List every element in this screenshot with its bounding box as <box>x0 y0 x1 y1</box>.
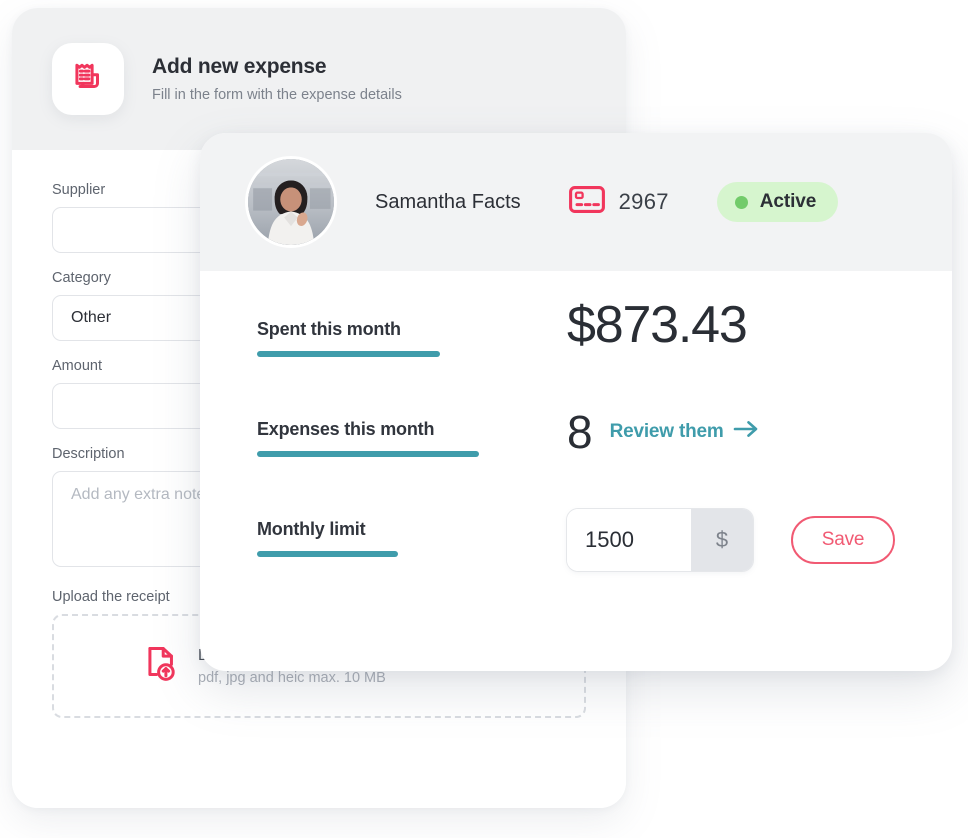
stat-label-spent: Spent this month <box>257 319 401 339</box>
underline-accent <box>257 551 398 557</box>
stat-label-group-limit: Monthly limit <box>257 509 567 557</box>
expenses-count-group: 8 Review them <box>567 409 759 455</box>
save-button[interactable]: Save <box>791 516 895 564</box>
credit-card-icon <box>568 186 605 218</box>
underline-accent <box>257 451 479 457</box>
review-link-label: Review them <box>609 421 724 442</box>
user-name: Samantha Facts <box>375 190 521 213</box>
monthly-limit-controls: $ Save <box>567 509 895 571</box>
card-detail-panel: Samantha Facts 2967 Active Spent this mo… <box>200 133 952 671</box>
stat-value-expenses: 8 <box>567 406 593 458</box>
page-title: Add new expense <box>152 55 327 78</box>
stat-label-monthly-limit: Monthly limit <box>257 519 366 539</box>
stat-value-spent: $873.43 <box>567 296 748 354</box>
stat-row-spent: Spent this month $873.43 <box>257 299 907 357</box>
dropzone-hint-text: pdf, jpg and heic max. 10 MB <box>198 669 386 686</box>
page-subtitle: Fill in the form with the expense detail… <box>152 87 402 103</box>
receipt-icon-badge <box>52 43 124 115</box>
currency-suffix: $ <box>691 509 753 571</box>
stat-row-monthly-limit: Monthly limit $ Save <box>257 509 907 571</box>
file-upload-icon <box>142 643 180 690</box>
card-panel-body: Spent this month $873.43 Expenses this m… <box>200 271 952 571</box>
status-dot-icon <box>734 195 748 209</box>
stat-label-group-spent: Spent this month <box>257 309 567 357</box>
status-badge-label: Active <box>759 191 817 212</box>
status-badge: Active <box>716 182 839 222</box>
receipt-icon <box>69 58 107 101</box>
underline-accent <box>257 351 440 357</box>
card-panel-header: Samantha Facts 2967 Active <box>200 133 952 271</box>
stat-row-expenses: Expenses this month 8 Review them <box>257 409 907 457</box>
review-expenses-link[interactable]: Review them <box>610 420 759 444</box>
stat-label-group-expenses: Expenses this month <box>257 409 567 457</box>
card-number: 2967 <box>618 189 669 214</box>
monthly-limit-input[interactable] <box>567 509 691 571</box>
stat-label-expenses: Expenses this month <box>257 419 435 439</box>
screenshot-root: Add new expense Fill in the form with th… <box>0 0 968 838</box>
monthly-limit-input-group: $ <box>567 509 753 571</box>
avatar <box>245 156 337 248</box>
add-expense-header: Add new expense Fill in the form with th… <box>12 8 626 150</box>
card-number-group: 2967 <box>568 186 669 218</box>
add-expense-title-group: Add new expense Fill in the form with th… <box>152 55 402 103</box>
arrow-right-icon <box>733 420 759 444</box>
